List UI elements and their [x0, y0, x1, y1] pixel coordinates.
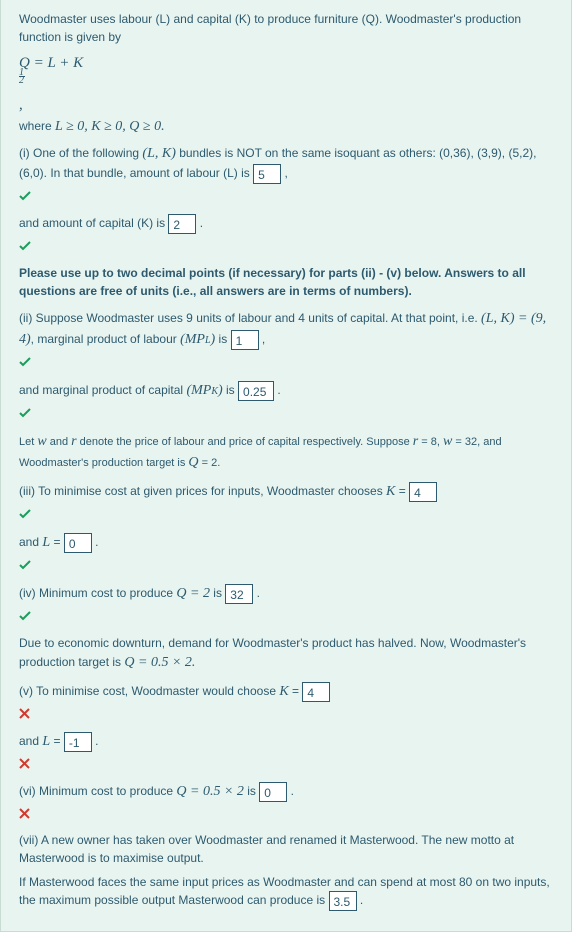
part-iv: (iv) Minimum cost to produce Q = 2 is 32…	[19, 583, 553, 604]
answer-vi[interactable]: 0	[259, 782, 287, 802]
answer-iii-K[interactable]: 4	[409, 482, 437, 502]
downturn-text: Due to economic downturn, demand for Woo…	[19, 634, 553, 673]
check-icon	[19, 407, 553, 419]
check-icon	[19, 190, 553, 202]
answer-iii-L[interactable]: 0	[64, 533, 92, 553]
part-i: (i) One of the following (L, K) bundles …	[19, 143, 553, 184]
part-ii: (ii) Suppose Woodmaster uses 9 units of …	[19, 308, 553, 350]
price-line: Let w and r denote the price of labour a…	[19, 431, 553, 473]
part-vi: (vi) Minimum cost to produce Q = 0.5 × 2…	[19, 781, 553, 802]
answer-v-L[interactable]: -1	[64, 732, 92, 752]
note-text: Please use up to two decimal points (if …	[19, 264, 553, 300]
cross-icon	[19, 708, 553, 719]
check-icon	[19, 240, 553, 252]
part-iii: (iii) To minimise cost at given prices f…	[19, 481, 553, 502]
intro-text: Woodmaster uses labour (L) and capital (…	[19, 10, 553, 46]
production-equation: Q = L + K 12,	[19, 52, 553, 112]
cross-icon	[19, 808, 553, 819]
question-body: Woodmaster uses labour (L) and capital (…	[0, 0, 572, 932]
capital-line: and amount of capital (K) is 2 .	[19, 214, 553, 234]
answer-i-L[interactable]: 5	[253, 164, 281, 184]
answer-v-K[interactable]: 4	[302, 682, 330, 702]
check-icon	[19, 508, 553, 520]
part-vii-a: (vii) A new owner has taken over Woodmas…	[19, 831, 553, 867]
answer-iv[interactable]: 32	[225, 584, 253, 604]
iii-L: and L = 0 .	[19, 532, 553, 553]
answer-ii-mpl[interactable]: 1	[231, 330, 259, 350]
v-L: and L = -1 .	[19, 731, 553, 752]
where-line: where L ≥ 0, K ≥ 0, Q ≥ 0.	[19, 116, 553, 137]
check-icon	[19, 610, 553, 622]
check-icon	[19, 356, 553, 368]
part-vii-b: If Masterwood faces the same input price…	[19, 873, 553, 911]
answer-i-K[interactable]: 2	[168, 214, 196, 234]
cross-icon	[19, 758, 553, 769]
answer-ii-mpk[interactable]: 0.25	[238, 381, 274, 401]
answer-vii[interactable]: 3.5	[329, 891, 357, 911]
mpk-line: and marginal product of capital (MPK) is…	[19, 380, 553, 401]
part-v: (v) To minimise cost, Woodmaster would c…	[19, 681, 553, 702]
check-icon	[19, 559, 553, 571]
